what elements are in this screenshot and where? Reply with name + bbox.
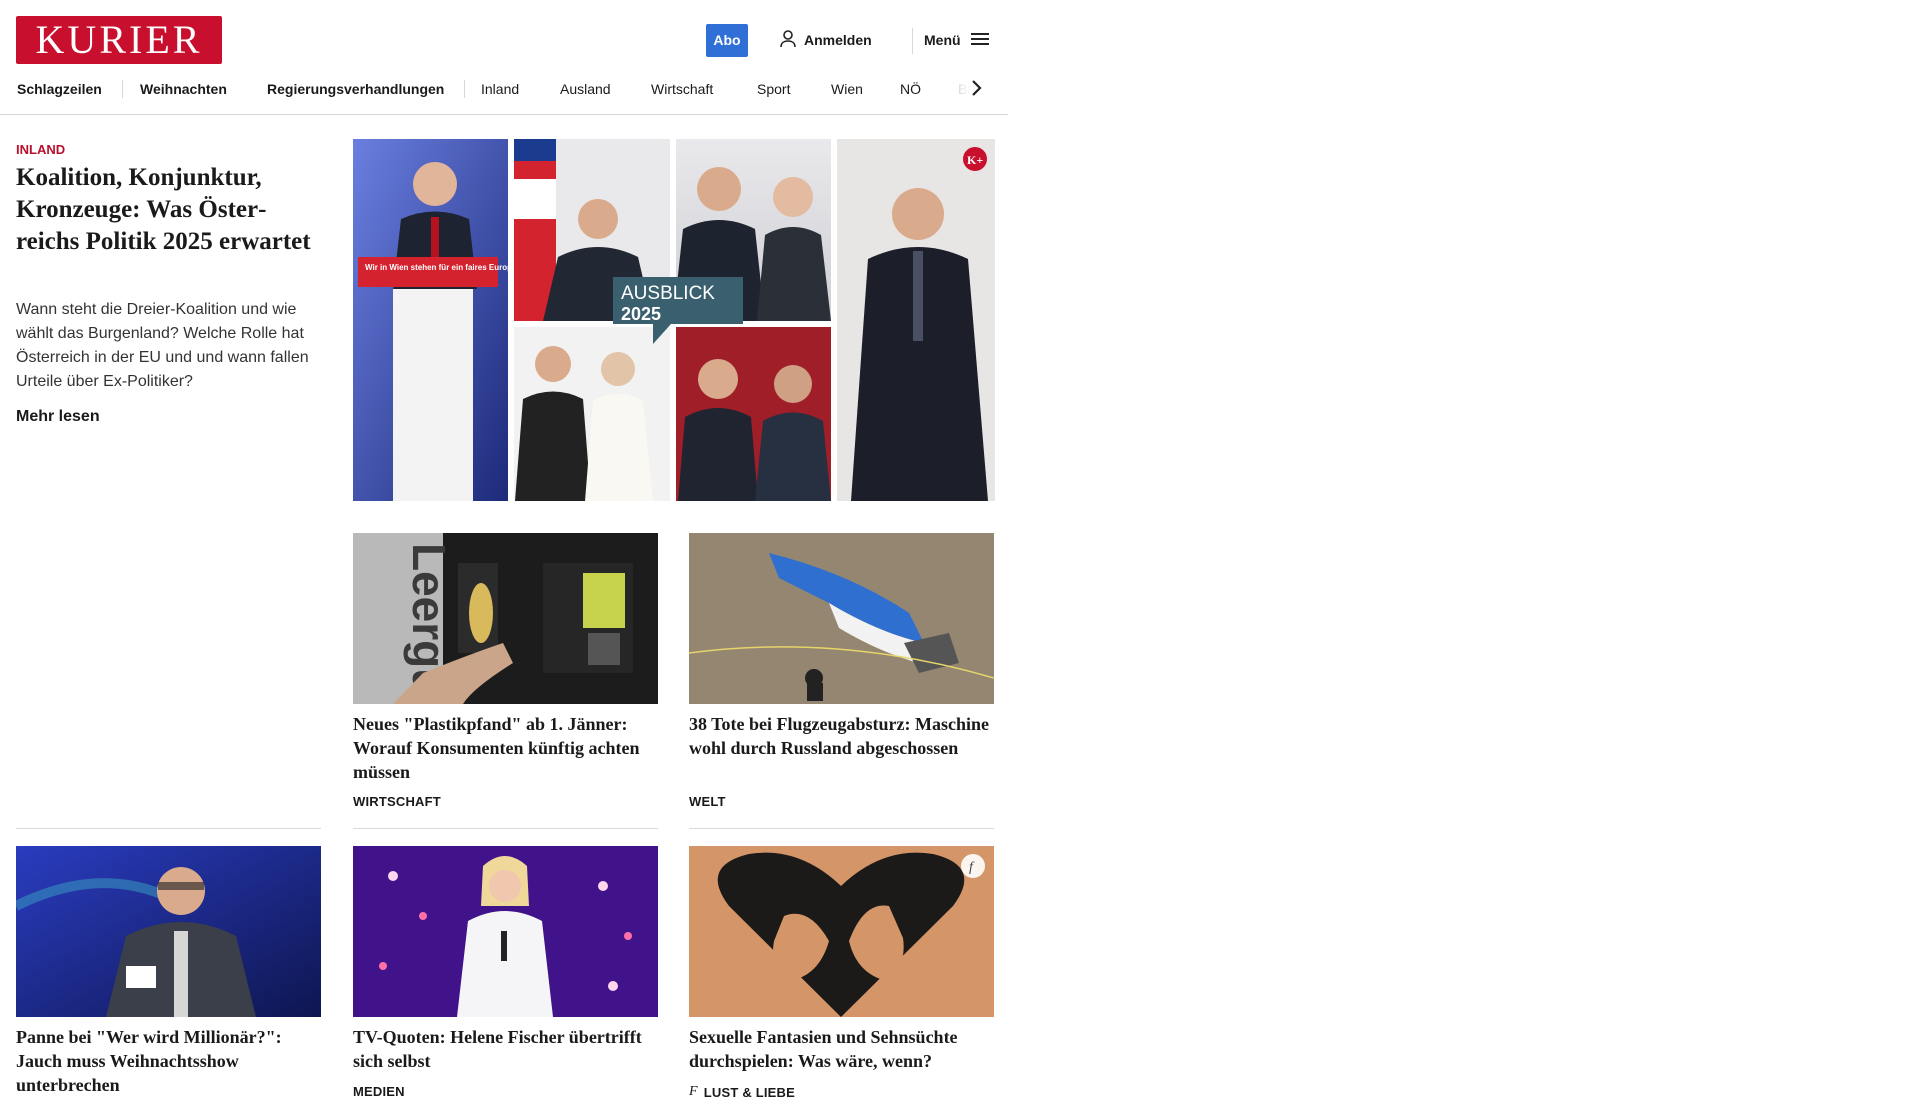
nav-item-sport[interactable]: Sport: [757, 78, 790, 114]
lead-image-overlay-year: 2025: [621, 304, 661, 324]
lead-headline[interactable]: Koalition, Konjunktur, Kronzeuge: Was Ös…: [16, 162, 316, 258]
nav-item-schlagzeilen[interactable]: Schlagzeilen: [17, 78, 102, 114]
card-headline[interactable]: Sexuelle Fantasien und Sehnsüchte durchs…: [689, 1025, 999, 1073]
menu-label: Menü: [924, 32, 961, 48]
nav-item-wirtschaft[interactable]: Wirtschaft: [651, 78, 713, 114]
card-headline[interactable]: Neues "Plastikpfand" ab 1. Jänner: Worau…: [353, 712, 663, 784]
lead-image[interactable]: Wir in Wien stehen für ein faires Europa…: [353, 139, 995, 501]
card-image-helene-fischer[interactable]: [353, 846, 658, 1017]
card-headline[interactable]: Panne bei "Wer wird Millionär?": Jauch m…: [16, 1025, 326, 1097]
section-nav: Schlagzeilen Weihnachten Regierungsverha…: [0, 78, 1008, 115]
nav-item-ausland[interactable]: Ausland: [560, 78, 611, 114]
nav-item-inland[interactable]: Inland: [481, 78, 519, 114]
nav-item-wien[interactable]: Wien: [831, 78, 863, 114]
lead-kicker[interactable]: INLAND: [16, 142, 65, 157]
flirt-f-icon: f: [689, 1084, 698, 1099]
card-category: LUST & LIEBE: [703, 1084, 796, 1100]
chevron-right-icon[interactable]: [970, 78, 982, 100]
card-category[interactable]: MEDIEN: [353, 1084, 405, 1099]
header-divider: [912, 28, 913, 54]
kplus-badge: K+: [967, 153, 983, 167]
lead-description: Wann steht die Dreier-Koalition und wie …: [16, 301, 309, 390]
card-headline[interactable]: TV-Quoten: Helene Fischer über­trifft si…: [353, 1025, 663, 1073]
card-image-plastikpfand[interactable]: Leergut: [353, 533, 658, 704]
card-headline[interactable]: 38 Tote bei Flugzeugabsturz: Ma­schine w…: [689, 712, 999, 760]
login-label: Anmelden: [804, 32, 872, 48]
nav-item-regierungsverhandlungen[interactable]: Regierungsverhandlungen: [267, 78, 444, 114]
section-divider: [16, 828, 321, 829]
kurier-logo[interactable]: KURIER: [16, 16, 222, 64]
user-icon: [780, 29, 796, 51]
card-category[interactable]: WELT: [689, 794, 726, 809]
card-category[interactable]: WIRTSCHAFT: [353, 794, 441, 809]
nav-separator: [464, 80, 465, 98]
nav-item-noe[interactable]: NÖ: [900, 78, 921, 114]
menu-button[interactable]: Menü: [924, 28, 989, 52]
card-category-link[interactable]: f LUST & LIEBE: [689, 1084, 795, 1100]
card-image-fantasien[interactable]: f: [689, 846, 994, 1017]
nav-item-weihnachten[interactable]: Weihnachten: [140, 78, 227, 114]
section-divider: [353, 828, 658, 829]
card-image-millionaer[interactable]: [16, 846, 321, 1017]
read-more-link[interactable]: Mehr lesen: [16, 408, 100, 426]
section-divider: [689, 828, 994, 829]
login-button[interactable]: Anmelden: [780, 28, 872, 52]
abo-button[interactable]: Abo: [706, 24, 748, 57]
lead-image-overlay-title: AUSBLICK: [621, 283, 715, 304]
lead-image-banner-text: Wir in Wien stehen für ein faires Europa…: [365, 263, 519, 272]
hamburger-icon: [970, 32, 989, 49]
card-image-flugzeugabsturz[interactable]: [689, 533, 994, 704]
nav-separator: [122, 80, 123, 98]
